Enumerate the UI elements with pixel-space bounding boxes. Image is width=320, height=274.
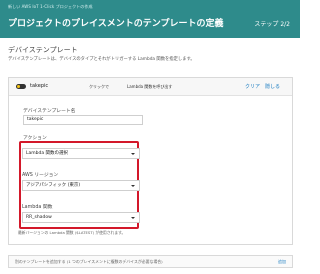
hide-link[interactable]: 隠しる [265, 83, 280, 90]
template-name-input[interactable]: takepic [23, 115, 143, 125]
clear-link[interactable]: クリア [245, 83, 260, 90]
action-label: アクション [23, 136, 47, 141]
function-select-value: RR_shadow [26, 215, 52, 220]
chevron-down-icon [131, 153, 135, 155]
function-hint: 最新バージョンの Lambda 関数 ($LATEST) が使用されます。 [18, 230, 126, 235]
function-select[interactable]: RR_shadow [22, 212, 140, 223]
add-template-text: 別のテンプレートを追加する (1 つのプレイスメントに複数のデバイスが必要な場合… [15, 259, 163, 264]
template-name-heading: takepic [30, 83, 49, 89]
card-header: takepic クリックで Lambda 関数を呼び出す クリア 隠しる [9, 78, 292, 96]
region-label: AWS リージョン [22, 173, 59, 178]
button-type-icon [16, 84, 26, 89]
function-label: Lambda 関数 [22, 205, 53, 210]
region-select-value: アジアパシフィック (東京) [26, 183, 81, 188]
click-action-label: Lambda 関数を呼び出す [127, 84, 173, 89]
section-title: デバイステンプレート [8, 46, 78, 54]
click-type-label: クリックで [89, 84, 109, 89]
template-name-label: デバイステンプレート名 [23, 109, 76, 114]
page-title: プロジェクトのプレイスメントのテンプレートの定義 [8, 19, 224, 29]
chevron-down-icon [131, 185, 135, 187]
section-description: デバイステンプレートは、デバイスのタイプとそれがトリガーする Lambda 関数… [8, 57, 195, 62]
add-template-link[interactable]: 追加 [278, 259, 286, 265]
page-header: 新しい AWS IoT 1-Click プロジェクトの作成 プロジェクトのプレイ… [0, 0, 300, 38]
add-template-bar: 別のテンプレートを追加する (1 つのプレイスメントに複数のデバイスが必要な場合… [8, 255, 293, 268]
chevron-down-icon [131, 217, 135, 219]
region-select[interactable]: アジアパシフィック (東京) [22, 180, 140, 191]
breadcrumb[interactable]: 新しい AWS IoT 1-Click プロジェクトの作成 [8, 4, 93, 10]
action-select-value: Lambda 関数の選択 [26, 151, 69, 156]
action-select[interactable]: Lambda 関数の選択 [22, 148, 140, 159]
step-indicator: ステップ 2/2 [254, 21, 290, 28]
